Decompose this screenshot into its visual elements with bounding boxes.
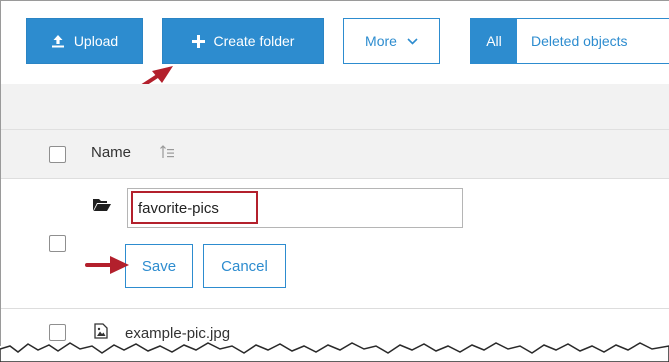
cancel-label: Cancel <box>221 257 268 275</box>
sort-ascending-icon[interactable] <box>159 144 175 163</box>
save-button[interactable]: Save <box>125 244 193 288</box>
cancel-button[interactable]: Cancel <box>203 244 286 288</box>
new-folder-name-input[interactable] <box>127 188 463 228</box>
object-filter-toggle: All Deleted objects <box>470 18 669 64</box>
name-column-header[interactable]: Name <box>91 144 131 161</box>
create-folder-label: Create folder <box>213 33 295 49</box>
plus-icon <box>191 34 205 48</box>
file-browser-window: Upload Create folder More All Deleted ob… <box>0 0 669 346</box>
chevron-down-icon <box>407 37 418 45</box>
more-dropdown-button[interactable]: More <box>343 18 440 64</box>
filter-deleted-objects-button[interactable]: Deleted objects <box>517 19 669 63</box>
save-label: Save <box>141 257 177 275</box>
filter-all-button[interactable]: All <box>471 19 517 63</box>
upload-button[interactable]: Upload <box>26 18 143 64</box>
upload-label: Upload <box>73 33 119 49</box>
new-folder-row-checkbox[interactable] <box>49 235 66 252</box>
more-label: More <box>365 33 397 49</box>
table-toolbar-row <box>1 84 669 129</box>
select-all-checkbox[interactable] <box>49 146 66 163</box>
folder-open-icon <box>93 198 111 215</box>
row-divider <box>1 308 669 309</box>
upload-icon <box>51 34 65 48</box>
create-folder-button[interactable]: Create folder <box>162 18 324 64</box>
torn-edge-decoration <box>0 342 669 362</box>
